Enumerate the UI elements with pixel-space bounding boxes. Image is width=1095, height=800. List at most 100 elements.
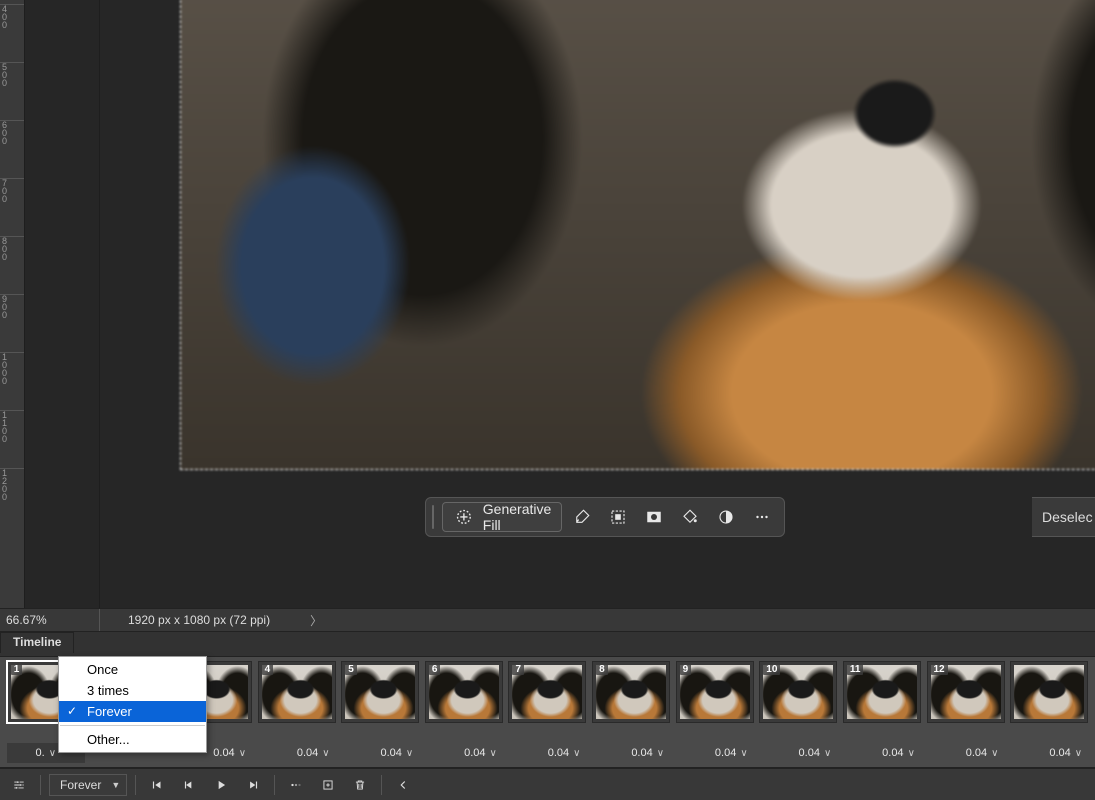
toolbar-grip[interactable]	[432, 505, 434, 529]
timeline-frame[interactable]: 6 0.04 ∨	[424, 661, 504, 767]
loop-option-other[interactable]: Other...	[59, 729, 206, 750]
frame-thumbnail[interactable]	[1010, 661, 1088, 723]
frame-number: 10	[763, 664, 780, 675]
timeline-tab-label: Timeline	[13, 635, 61, 649]
timeline-frame[interactable]: 0.04 ∨	[1009, 661, 1089, 767]
next-frame-button[interactable]	[240, 773, 266, 797]
tween-icon	[289, 778, 303, 792]
loop-options-menu[interactable]: Once 3 times ✓ Forever Other...	[58, 656, 207, 753]
timeline-frame[interactable]: 7 0.04 ∨	[508, 661, 588, 767]
ruler-mark: 500	[0, 62, 24, 87]
play-button[interactable]	[208, 773, 234, 797]
frame-thumbnail[interactable]: 6	[425, 661, 503, 723]
frame-delay-button[interactable]: 0.04 ∨	[1010, 743, 1088, 763]
timeline-frame[interactable]: 5 0.04 ∨	[340, 661, 420, 767]
prev-frame-button[interactable]	[176, 773, 202, 797]
tween-button[interactable]	[283, 773, 309, 797]
frame-thumbnail[interactable]: 12	[927, 661, 1005, 723]
timeline-frame[interactable]: 8 0.04 ∨	[591, 661, 671, 767]
loop-select[interactable]: Forever ▼	[49, 774, 127, 796]
chevron-down-icon: ∨	[908, 748, 915, 759]
check-icon: ✓	[67, 704, 77, 718]
loop-option-forever[interactable]: ✓ Forever	[59, 701, 206, 722]
timeline-frame[interactable]: 4 0.04 ∨	[257, 661, 337, 767]
step-back-icon	[182, 778, 196, 792]
adjustment-button[interactable]	[710, 502, 742, 532]
loop-option-3-times[interactable]: 3 times	[59, 680, 206, 701]
loop-option-once[interactable]: Once	[59, 659, 206, 680]
frame-thumbnail[interactable]: 4	[258, 661, 336, 723]
fill-button[interactable]	[674, 502, 706, 532]
ruler-mark: 1000	[0, 352, 24, 385]
skip-first-icon	[150, 778, 164, 792]
document-info[interactable]: 1920 px x 1080 px (72 ppi) 〉	[100, 612, 1095, 629]
timeline-playbar: Forever ▼	[0, 768, 1095, 800]
frame-image	[1014, 665, 1084, 719]
frame-delay-button[interactable]: 0.04 ∨	[258, 743, 336, 763]
frame-delay-value: 0.04	[799, 747, 820, 759]
ruler-mark: 400	[0, 4, 24, 29]
mask-button[interactable]	[638, 502, 670, 532]
frame-delay-button[interactable]: 0.04 ∨	[759, 743, 837, 763]
zoom-level[interactable]: 66.67%	[0, 609, 100, 631]
frame-number: 4	[262, 664, 274, 675]
new-frame-button[interactable]	[315, 773, 341, 797]
frame-delay-button[interactable]: 0.04 ∨	[927, 743, 1005, 763]
frame-delay-button[interactable]: 0.04 ∨	[508, 743, 586, 763]
timeline-frame[interactable]: 10 0.04 ∨	[758, 661, 838, 767]
frame-delay-value: 0.04	[464, 747, 485, 759]
deselect-label: Deselec	[1042, 509, 1093, 525]
chevron-down-icon: ∨	[657, 748, 664, 759]
frame-thumbnail[interactable]: 5	[341, 661, 419, 723]
frame-delay-value: 0.04	[715, 747, 736, 759]
divider	[40, 775, 41, 795]
generative-fill-button[interactable]: Generative Fill	[442, 502, 562, 532]
first-frame-button[interactable]	[144, 773, 170, 797]
chevron-down-icon: ∨	[1075, 748, 1082, 759]
chevron-down-icon: ∨	[406, 748, 413, 759]
more-button[interactable]	[746, 502, 778, 532]
divider	[381, 775, 382, 795]
loop-option-label: Forever	[87, 704, 132, 719]
chevron-down-icon: ∨	[740, 748, 747, 759]
timeline-tab[interactable]: Timeline	[0, 632, 74, 653]
timeline-frame[interactable]: 11 0.04 ∨	[842, 661, 922, 767]
frame-delay-button[interactable]: 0.04 ∨	[425, 743, 503, 763]
frame-delay-value: 0.04	[548, 747, 569, 759]
scroll-left-button[interactable]	[390, 773, 416, 797]
frame-delay-value: 0.	[36, 747, 45, 759]
frame-thumbnail[interactable]: 8	[592, 661, 670, 723]
frame-number: 8	[596, 664, 608, 675]
timeline-frame[interactable]: 12 0.04 ∨	[926, 661, 1006, 767]
left-gutter	[25, 0, 100, 608]
frame-delay-button[interactable]: 0.04 ∨	[843, 743, 921, 763]
ruler-mark: 900	[0, 294, 24, 319]
chevron-down-icon: ∨	[824, 748, 831, 759]
deselect-button[interactable]: Deselec	[1032, 497, 1095, 537]
frame-thumbnail[interactable]: 10	[759, 661, 837, 723]
chevron-down-icon: ∨	[239, 748, 246, 759]
frame-delay-button[interactable]: 0.04 ∨	[341, 743, 419, 763]
frame-number: 7	[512, 664, 524, 675]
ruler-mark: 800	[0, 236, 24, 261]
brush-tool-button[interactable]	[566, 502, 598, 532]
half-circle-icon	[717, 508, 735, 526]
frame-thumbnail[interactable]: 7	[508, 661, 586, 723]
frame-thumbnail[interactable]: 9	[676, 661, 754, 723]
timeline-tab-row: Timeline	[0, 632, 1095, 654]
frame-delay-value: 0.04	[380, 747, 401, 759]
timeline-frame[interactable]: 9 0.04 ∨	[675, 661, 755, 767]
ruler-mark: 1100	[0, 410, 24, 443]
doc-dimensions: 1920 px x 1080 px (72 ppi)	[128, 613, 270, 627]
frame-delay-button[interactable]: 0.04 ∨	[592, 743, 670, 763]
chevron-right-icon[interactable]: 〉	[310, 612, 330, 629]
frame-number: 6	[429, 664, 441, 675]
select-subject-button[interactable]	[602, 502, 634, 532]
frame-thumbnail[interactable]: 11	[843, 661, 921, 723]
canvas-image[interactable]	[180, 0, 1095, 470]
delete-frame-button[interactable]	[347, 773, 373, 797]
frame-delay-button[interactable]: 0.04 ∨	[676, 743, 754, 763]
timeline-options-button[interactable]	[6, 773, 32, 797]
divider	[135, 775, 136, 795]
ruler-mark: 700	[0, 178, 24, 203]
